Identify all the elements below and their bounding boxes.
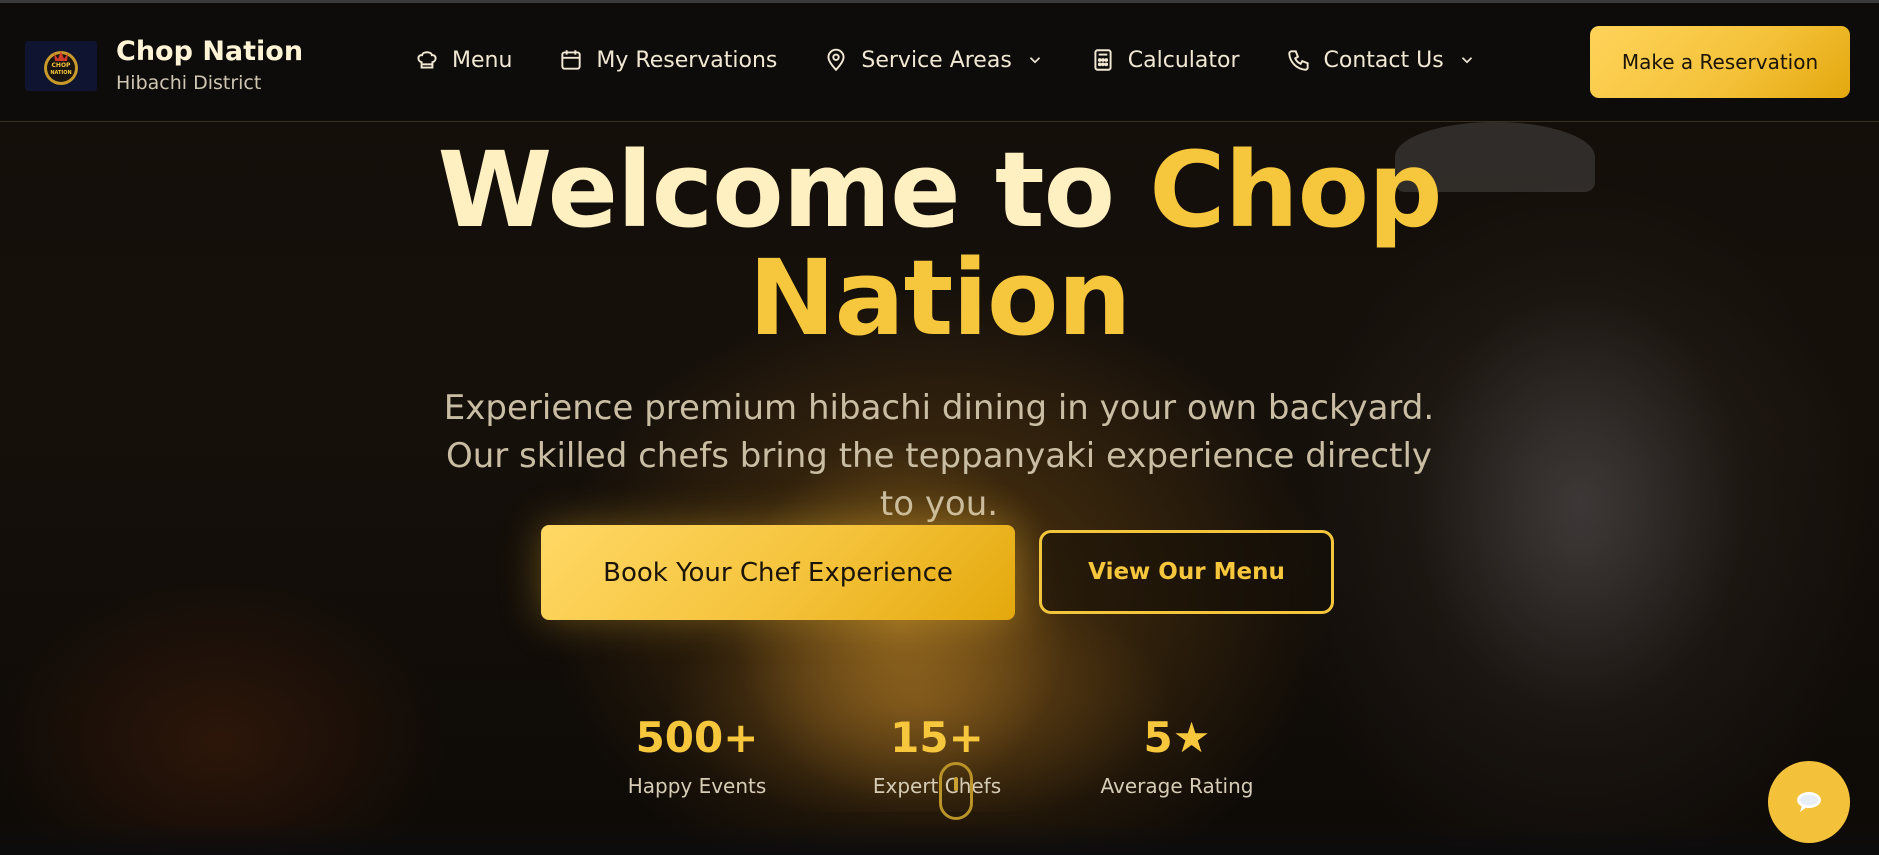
stat-value: 5★ [1143, 713, 1211, 762]
hero-bottom-fade [0, 824, 1879, 855]
map-pin-icon [827, 48, 845, 72]
calendar-icon [561, 50, 582, 70]
hero-title-light: Welcome to [437, 129, 1150, 251]
stat-value: 500+ [635, 713, 759, 762]
chef-hat-icon [417, 51, 437, 69]
stat-value: 15+ [890, 713, 984, 762]
book-chef-experience-button[interactable]: Book Your Chef Experience [541, 525, 1015, 620]
nav-label: Service Areas [861, 47, 1012, 73]
nav-item-service-areas[interactable]: Service Areas [823, 47, 1043, 73]
make-reservation-button[interactable]: Make a Reservation [1590, 26, 1850, 98]
logo-text-bottom: NATION [50, 70, 71, 76]
hero-section: Welcome to Chop Nation Experience premiu… [0, 122, 1879, 855]
navbar: CHOP NATION Chop Nation Hibachi District… [0, 3, 1879, 122]
nav-item-calculator[interactable]: Calculator [1090, 47, 1240, 73]
stat-average-rating: 5★ Average Rating [1067, 713, 1287, 799]
hero-title: Welcome to Chop Nation [0, 136, 1879, 352]
scroll-indicator-icon[interactable] [939, 762, 973, 820]
brand-text: Chop Nation Hibachi District [116, 36, 303, 95]
hero-title-gold-1: Chop [1149, 129, 1442, 251]
nav-item-my-reservations[interactable]: My Reservations [558, 47, 777, 73]
nav-item-menu[interactable]: Menu [414, 47, 512, 73]
stat-label: Expert Chefs [872, 774, 1002, 798]
nav-item-contact-us[interactable]: Contact Us [1286, 47, 1476, 73]
main-nav: Menu My Reservations Service Areas Calcu… [414, 47, 1522, 73]
brand[interactable]: CHOP NATION Chop Nation Hibachi District [25, 36, 303, 95]
hero-title-gold-2: Nation [748, 237, 1131, 359]
stat-expert-chefs: 15+ Expert Chefs [827, 713, 1047, 799]
logo-text-top: CHOP [52, 62, 72, 69]
brand-name: Chop Nation [116, 36, 304, 67]
brand-subtitle: Hibachi District [116, 72, 262, 94]
nav-label: Contact Us [1323, 47, 1444, 73]
nav-label: My Reservations [596, 47, 778, 73]
view-menu-button[interactable]: View Our Menu [1039, 530, 1334, 614]
logo-emblem-icon: CHOP NATION [44, 50, 78, 85]
nav-label: Calculator [1127, 47, 1240, 73]
chevron-down-icon [1029, 57, 1040, 64]
chat-widget-button[interactable] [1768, 761, 1850, 843]
phone-icon [1287, 50, 1309, 71]
nav-label: Menu [452, 47, 513, 73]
stat-label: Happy Events [627, 774, 767, 798]
hero-subtitle: Experience premium hibachi dining in you… [443, 388, 1435, 524]
chevron-down-icon [1461, 57, 1472, 64]
brand-logo: CHOP NATION [25, 40, 97, 91]
stat-happy-events: 500+ Happy Events [587, 713, 807, 799]
chat-bubble-icon [1797, 792, 1821, 812]
calculator-icon [1094, 49, 1112, 71]
stat-label: Average Rating [1100, 774, 1254, 798]
